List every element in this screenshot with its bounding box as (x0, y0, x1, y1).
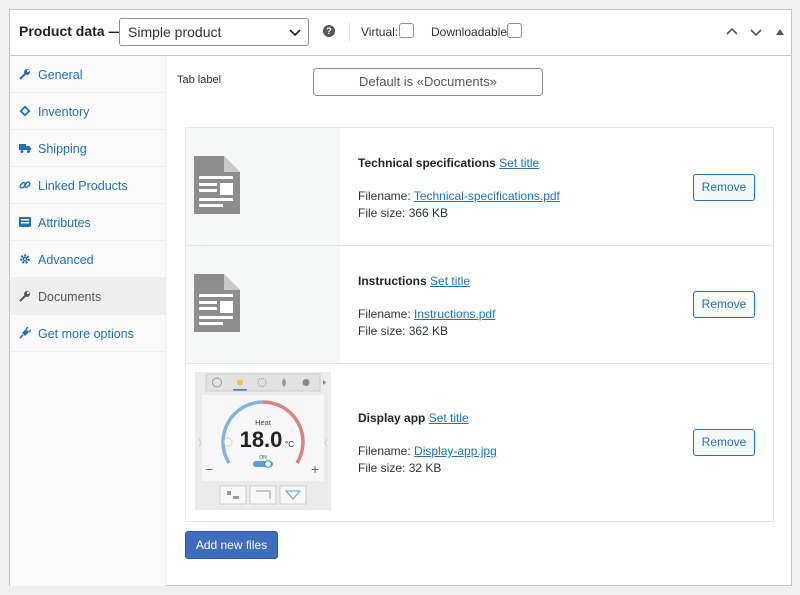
gear-icon (20, 254, 30, 264)
add-new-files-button[interactable]: Add new files (185, 531, 278, 559)
sidebar-item-label: Advanced (38, 253, 94, 267)
product-data-panel: Product data — Simple product ? Virtual:… (9, 9, 792, 586)
list-item: Heat 18.0 °C ON − + Display app Set titl… (186, 364, 773, 521)
tag-icon (19, 105, 31, 117)
file-name-row: Filename: Display-app.jpg (358, 444, 497, 458)
filename-link[interactable]: Technical-specifications.pdf (414, 189, 560, 203)
thermostat-temp-text: 18.0 (240, 427, 283, 452)
sidebar-item-label: Get more options (38, 327, 134, 341)
product-type-select[interactable]: Simple product (119, 18, 309, 46)
filesize-value: 366 KB (408, 206, 449, 220)
sidebar-item-label: Linked Products (38, 179, 128, 193)
virtual-checkbox[interactable] (399, 23, 414, 38)
chevron-down-icon (289, 29, 301, 37)
sidebar-item-attributes[interactable]: Attributes (10, 204, 165, 241)
sidebar-item-documents[interactable]: Documents (10, 278, 165, 315)
wrench-icon (19, 291, 30, 302)
file-title: Technical specifications Set title (358, 156, 539, 170)
plug-icon (19, 327, 31, 339)
list-item: Technical specifications Set title Filen… (186, 128, 773, 246)
filesize-label: File size: (358, 324, 406, 338)
file-title-text: Display app (358, 411, 426, 425)
filename-label: Filename: (358, 189, 411, 203)
remove-button[interactable]: Remove (693, 291, 755, 318)
thermostat-plus-text: + (311, 461, 319, 477)
sidebar-item-general[interactable]: General (10, 56, 165, 93)
filesize-label: File size: (358, 461, 406, 475)
sidebar-item-shipping[interactable]: Shipping (10, 130, 165, 167)
filesize-label: File size: (358, 206, 406, 220)
filename-label: Filename: (358, 444, 411, 458)
thermostat-image: Heat 18.0 °C ON − + (195, 372, 331, 510)
filesize-value: 362 KB (408, 324, 449, 338)
file-size-row: File size: 32 KB (358, 461, 441, 475)
filesize-value: 32 KB (408, 461, 442, 475)
virtual-label: Virtual: (361, 25, 399, 39)
filename-label: Filename: (358, 307, 411, 321)
filename-link[interactable]: Instructions.pdf (414, 307, 495, 321)
sidebar-item-linked-products[interactable]: Linked Products (10, 167, 165, 204)
list-icon (19, 217, 31, 227)
sidebar-item-label: Documents (38, 290, 102, 304)
collapse-triangle-icon[interactable] (772, 24, 788, 40)
remove-button[interactable]: Remove (693, 429, 755, 456)
product-type-value: Simple product (128, 24, 222, 40)
help-icon[interactable]: ? (323, 25, 335, 37)
chevron-up-icon[interactable] (724, 24, 740, 40)
header-separator (349, 23, 350, 41)
product-data-header: Product data — Simple product ? Virtual:… (10, 10, 791, 56)
link-icon (19, 181, 31, 189)
filename-link[interactable]: Display-app.jpg (414, 444, 497, 458)
sidebar-item-label: Inventory (38, 105, 90, 119)
file-title-text: Instructions (358, 274, 427, 288)
thermostat-mode-text: Heat (255, 418, 272, 427)
list-item: Instructions Set title Filename: Instruc… (186, 246, 773, 364)
file-thumbnail: Heat 18.0 °C ON − + (186, 364, 340, 521)
sidebar-item-inventory[interactable]: Inventory (10, 93, 165, 130)
documents-list: Technical specifications Set title Filen… (185, 127, 774, 522)
sidebar-item-get-more-options[interactable]: Get more options (10, 315, 165, 352)
wrench-icon (19, 69, 30, 80)
file-thumbnail (186, 128, 340, 245)
file-thumbnail (186, 246, 340, 363)
sidebar-item-label: Shipping (38, 142, 87, 156)
file-size-row: File size: 362 KB (358, 324, 448, 338)
thermostat-unit-text: °C (285, 440, 294, 449)
file-title-text: Technical specifications (358, 156, 496, 170)
file-name-row: Filename: Technical-specifications.pdf (358, 189, 560, 203)
file-title: Instructions Set title (358, 274, 470, 288)
thermostat-state-text: ON (259, 455, 267, 461)
product-data-tabs: General Inventory Shipping Linked Produc… (10, 56, 166, 586)
document-icon (194, 156, 240, 214)
remove-button[interactable]: Remove (693, 174, 755, 201)
document-icon (194, 274, 240, 332)
set-title-link[interactable]: Set title (430, 274, 470, 288)
tab-label-caption: Tab label (177, 74, 222, 86)
sidebar-item-label: Attributes (38, 216, 91, 230)
tab-label-input[interactable]: Default is «Documents» (313, 68, 543, 96)
chevron-down-icon[interactable] (748, 24, 764, 40)
set-title-link[interactable]: Set title (499, 156, 539, 170)
downloadable-label: Downloadable: (431, 25, 511, 39)
file-name-row: Filename: Instructions.pdf (358, 307, 495, 321)
set-title-link[interactable]: Set title (429, 411, 469, 425)
downloadable-checkbox[interactable] (507, 23, 522, 38)
truck-icon (19, 144, 31, 153)
sidebar-item-label: General (38, 68, 83, 82)
thermostat-minus-text: − (205, 461, 213, 477)
product-data-title: Product data — (19, 23, 123, 39)
sidebar-item-advanced[interactable]: Advanced (10, 241, 165, 278)
file-size-row: File size: 366 KB (358, 206, 448, 220)
file-title: Display app Set title (358, 411, 469, 425)
